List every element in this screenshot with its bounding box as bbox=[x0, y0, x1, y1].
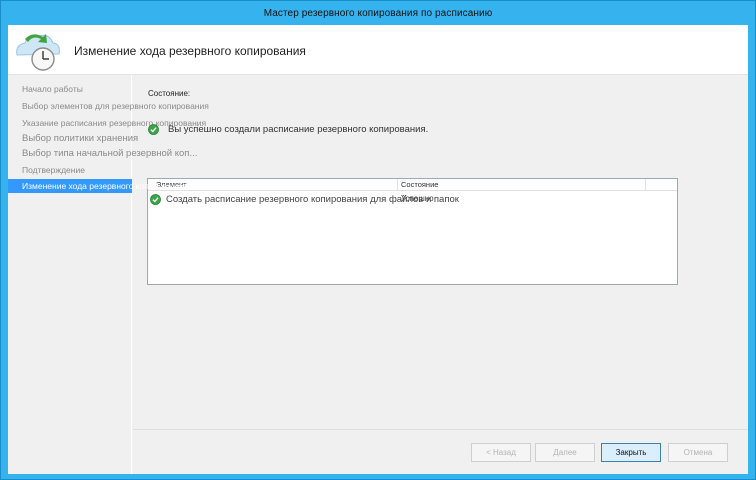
back-button[interactable]: < Назад bbox=[471, 443, 531, 462]
status-label: Состояние: bbox=[148, 89, 191, 98]
success-message: Вы успешно создали расписание резервного… bbox=[168, 124, 429, 135]
success-status: Вы успешно создали расписание резервного… bbox=[148, 124, 428, 135]
wizard-steps-sidebar: Начало работы Выбор элементов для резерв… bbox=[8, 75, 209, 474]
column-header-status[interactable]: Состояние bbox=[401, 180, 438, 189]
cancel-button[interactable]: Отмена bbox=[668, 443, 728, 462]
page-title: Изменение хода резервного копирования bbox=[74, 44, 306, 58]
close-button[interactable]: Закрыть bbox=[601, 443, 661, 462]
wizard-client-area: Изменение хода резервного копирования На… bbox=[8, 25, 748, 474]
footer-divider bbox=[133, 429, 748, 430]
wizard-window: Мастер резервного копирования по расписа… bbox=[0, 0, 756, 480]
window-title: Мастер резервного копирования по расписа… bbox=[263, 7, 493, 19]
title-bar[interactable]: Мастер резервного копирования по расписа… bbox=[1, 1, 755, 25]
table-header: Элемент Состояние bbox=[148, 179, 677, 191]
next-button[interactable]: Далее bbox=[535, 443, 595, 462]
row-status-text: Успешно bbox=[401, 194, 434, 203]
wizard-main-panel: Состояние: Вы успешно создали расписание… bbox=[133, 75, 748, 474]
check-success-icon bbox=[148, 124, 159, 135]
step-modify-backup-progress[interactable]: Изменение хода резервного копирования bbox=[8, 179, 186, 193]
backup-schedule-icon bbox=[16, 34, 60, 71]
check-success-icon bbox=[150, 194, 161, 205]
wizard-header: Изменение хода резервного копирования bbox=[8, 25, 748, 75]
results-table: Элемент Состояние Создать расписание рез… bbox=[147, 178, 678, 285]
